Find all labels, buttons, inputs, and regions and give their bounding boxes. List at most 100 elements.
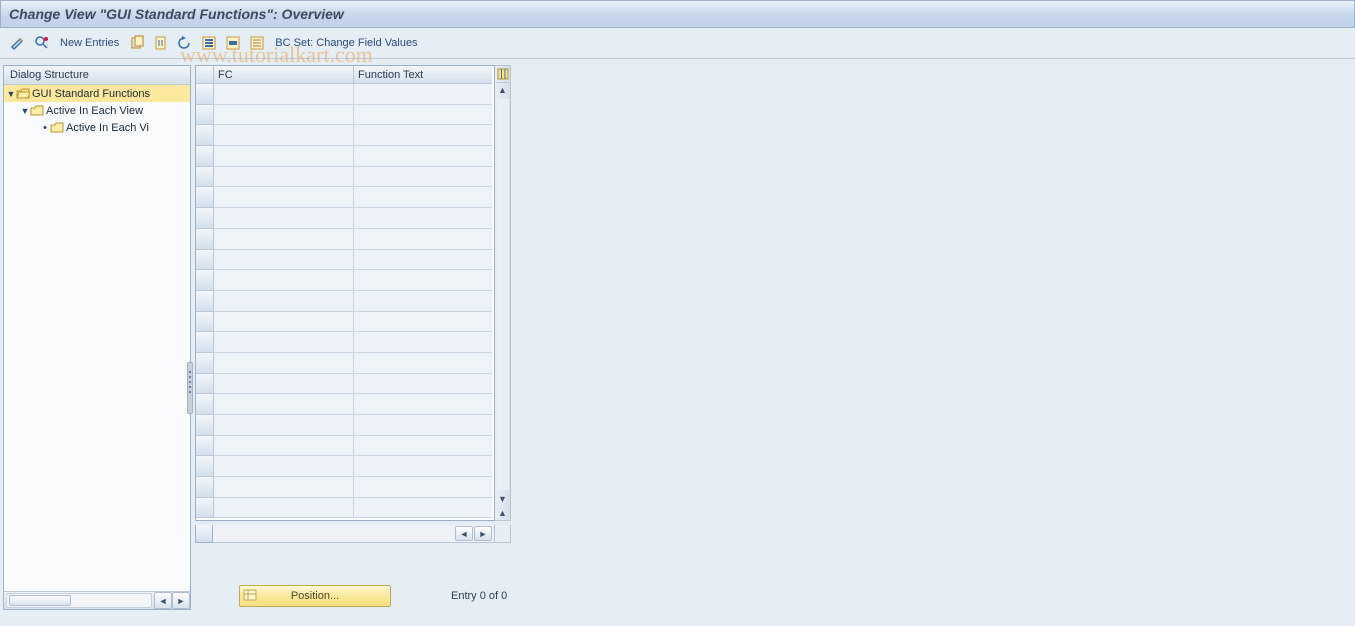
cell-function-text[interactable]	[354, 146, 492, 167]
cell-fc[interactable]	[214, 84, 354, 105]
scroll-thumb[interactable]	[9, 595, 71, 606]
cell-function-text[interactable]	[354, 332, 492, 353]
cell-function-text[interactable]	[354, 374, 492, 395]
cell-function-text[interactable]	[354, 270, 492, 291]
cell-fc[interactable]	[214, 415, 354, 436]
cell-function-text[interactable]	[354, 105, 492, 126]
row-selector[interactable]	[196, 291, 214, 312]
cell-function-text[interactable]	[354, 477, 492, 498]
scroll-left-icon[interactable]: ◄	[455, 526, 473, 541]
expander-icon[interactable]: ▼	[20, 106, 30, 116]
undo-change-icon[interactable]	[175, 33, 195, 53]
cell-function-text[interactable]	[354, 187, 492, 208]
row-selector[interactable]	[196, 415, 214, 436]
column-header-fc[interactable]: FC	[214, 66, 354, 84]
row-selector[interactable]	[196, 84, 214, 105]
table-row[interactable]	[196, 312, 494, 333]
row-selector[interactable]	[196, 394, 214, 415]
tree-node-active-in-each-view-child[interactable]: • Active In Each Vi	[4, 119, 190, 136]
cell-function-text[interactable]	[354, 208, 492, 229]
cell-fc[interactable]	[214, 312, 354, 333]
cell-fc[interactable]	[214, 436, 354, 457]
cell-fc[interactable]	[214, 353, 354, 374]
table-row[interactable]	[196, 229, 494, 250]
tree-node-active-in-each-view[interactable]: ▼ Active In Each View	[4, 102, 190, 119]
cell-fc[interactable]	[214, 477, 354, 498]
table-row[interactable]	[196, 84, 494, 105]
bc-set-button[interactable]: BC Set: Change Field Values	[269, 37, 423, 49]
table-row[interactable]	[196, 415, 494, 436]
table-row[interactable]	[196, 456, 494, 477]
select-block-icon[interactable]	[223, 33, 243, 53]
expander-icon[interactable]: ▼	[6, 89, 16, 99]
row-selector[interactable]	[196, 456, 214, 477]
scroll-left-icon[interactable]: ◄	[154, 592, 172, 609]
row-selector[interactable]	[196, 229, 214, 250]
find-icon[interactable]	[32, 33, 52, 53]
tree-horizontal-scrollbar[interactable]: ◄ ►	[4, 591, 190, 609]
table-row[interactable]	[196, 270, 494, 291]
column-header-function-text[interactable]: Function Text	[354, 66, 492, 84]
cell-function-text[interactable]	[354, 312, 492, 333]
cell-function-text[interactable]	[354, 394, 492, 415]
scroll-right-icon[interactable]: ►	[172, 592, 190, 609]
cell-fc[interactable]	[214, 250, 354, 271]
row-selector[interactable]	[196, 105, 214, 126]
row-selector[interactable]	[196, 250, 214, 271]
cell-fc[interactable]	[214, 332, 354, 353]
scroll-down-icon[interactable]: ▼	[497, 492, 509, 506]
cell-fc[interactable]	[214, 167, 354, 188]
select-all-icon[interactable]	[199, 33, 219, 53]
cell-fc[interactable]	[214, 498, 354, 518]
cell-function-text[interactable]	[354, 125, 492, 146]
cell-fc[interactable]	[214, 394, 354, 415]
cell-fc[interactable]	[214, 291, 354, 312]
scroll-up-icon[interactable]: ▲	[497, 506, 509, 520]
delete-icon[interactable]	[151, 33, 171, 53]
row-selector[interactable]	[196, 146, 214, 167]
scroll-track[interactable]	[497, 99, 509, 490]
row-selector[interactable]	[196, 208, 214, 229]
table-row[interactable]	[196, 105, 494, 126]
cell-function-text[interactable]	[354, 250, 492, 271]
table-row[interactable]	[196, 498, 494, 518]
cell-function-text[interactable]	[354, 436, 492, 457]
cell-fc[interactable]	[214, 456, 354, 477]
table-row[interactable]	[196, 167, 494, 188]
row-selector[interactable]	[196, 436, 214, 457]
cell-fc[interactable]	[214, 374, 354, 395]
table-row[interactable]	[196, 394, 494, 415]
scroll-up-icon[interactable]: ▲	[497, 83, 509, 97]
cell-function-text[interactable]	[354, 456, 492, 477]
cell-function-text[interactable]	[354, 291, 492, 312]
grid-vertical-scrollbar[interactable]: ▲ ▼ ▲	[495, 65, 511, 521]
cell-function-text[interactable]	[354, 415, 492, 436]
cell-fc[interactable]	[214, 187, 354, 208]
cell-function-text[interactable]	[354, 353, 492, 374]
scroll-track[interactable]	[6, 593, 152, 608]
copy-as-icon[interactable]	[127, 33, 147, 53]
table-row[interactable]	[196, 291, 494, 312]
grid-horizontal-scrollbar[interactable]: ◄ ►	[213, 525, 495, 543]
row-selector-header[interactable]	[196, 66, 214, 84]
configure-columns-icon[interactable]	[496, 66, 510, 83]
row-selector[interactable]	[196, 187, 214, 208]
cell-function-text[interactable]	[354, 167, 492, 188]
table-row[interactable]	[196, 250, 494, 271]
cell-function-text[interactable]	[354, 498, 492, 518]
position-button[interactable]: Position...	[239, 585, 391, 607]
row-selector[interactable]	[196, 125, 214, 146]
table-row[interactable]	[196, 187, 494, 208]
row-selector[interactable]	[196, 332, 214, 353]
cell-fc[interactable]	[214, 208, 354, 229]
table-row[interactable]	[196, 208, 494, 229]
toggle-display-change-icon[interactable]	[8, 33, 28, 53]
table-row[interactable]	[196, 353, 494, 374]
table-row[interactable]	[196, 374, 494, 395]
table-row[interactable]	[196, 125, 494, 146]
tree-node-gui-standard-functions[interactable]: ▼ GUI Standard Functions	[4, 85, 190, 102]
row-selector[interactable]	[196, 374, 214, 395]
row-selector[interactable]	[196, 498, 214, 518]
row-selector[interactable]	[196, 477, 214, 498]
deselect-all-icon[interactable]	[247, 33, 267, 53]
